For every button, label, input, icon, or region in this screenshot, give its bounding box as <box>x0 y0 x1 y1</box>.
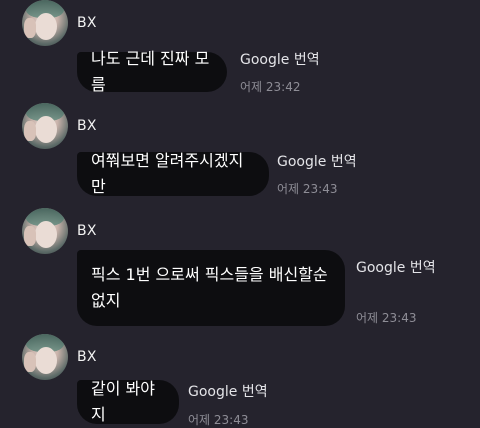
message-text: 픽스 1번 으로써 픽스들을 배신할순없지 <box>91 265 328 310</box>
message-bubble[interactable]: 같이 봐야지 <box>77 379 179 424</box>
google-translate-link[interactable]: Google 번역 <box>277 151 357 171</box>
avatar-hand <box>24 226 36 246</box>
avatar-face <box>35 116 57 143</box>
sender-name[interactable]: BX <box>77 349 97 365</box>
message-bubble[interactable]: 픽스 1번 으로써 픽스들을 배신할순없지 <box>77 250 345 326</box>
message-text: 나도 근데 진짜 모름 <box>91 49 210 94</box>
avatar[interactable] <box>22 334 68 380</box>
message-text: 여쭤보면 알려주시겠지만 <box>91 151 244 196</box>
sender-name[interactable]: BX <box>77 223 97 239</box>
google-translate-link[interactable]: Google 번역 <box>240 49 320 69</box>
avatar[interactable] <box>22 208 68 254</box>
message-bubble[interactable]: 나도 근데 진짜 모름 <box>77 49 227 94</box>
avatar[interactable] <box>22 0 68 46</box>
avatar[interactable] <box>22 103 68 149</box>
avatar-face <box>35 13 57 40</box>
message-timestamp: 어제 23:43 <box>277 182 338 196</box>
avatar-hand <box>24 121 36 141</box>
google-translate-link[interactable]: Google 번역 <box>356 257 436 277</box>
avatar-face <box>35 221 57 248</box>
avatar-hand <box>24 18 36 38</box>
sender-name[interactable]: BX <box>77 15 97 31</box>
message-bubble[interactable]: 여쭤보면 알려주시겠지만 <box>77 151 269 196</box>
message-timestamp: 어제 23:42 <box>240 80 301 94</box>
message-text: 같이 봐야지 <box>91 379 155 424</box>
sender-name[interactable]: BX <box>77 118 97 134</box>
avatar-face <box>35 347 57 374</box>
avatar-hand <box>24 352 36 372</box>
message-timestamp: 어제 23:43 <box>356 311 417 325</box>
message-timestamp: 어제 23:43 <box>188 413 249 427</box>
google-translate-link[interactable]: Google 번역 <box>188 381 268 401</box>
